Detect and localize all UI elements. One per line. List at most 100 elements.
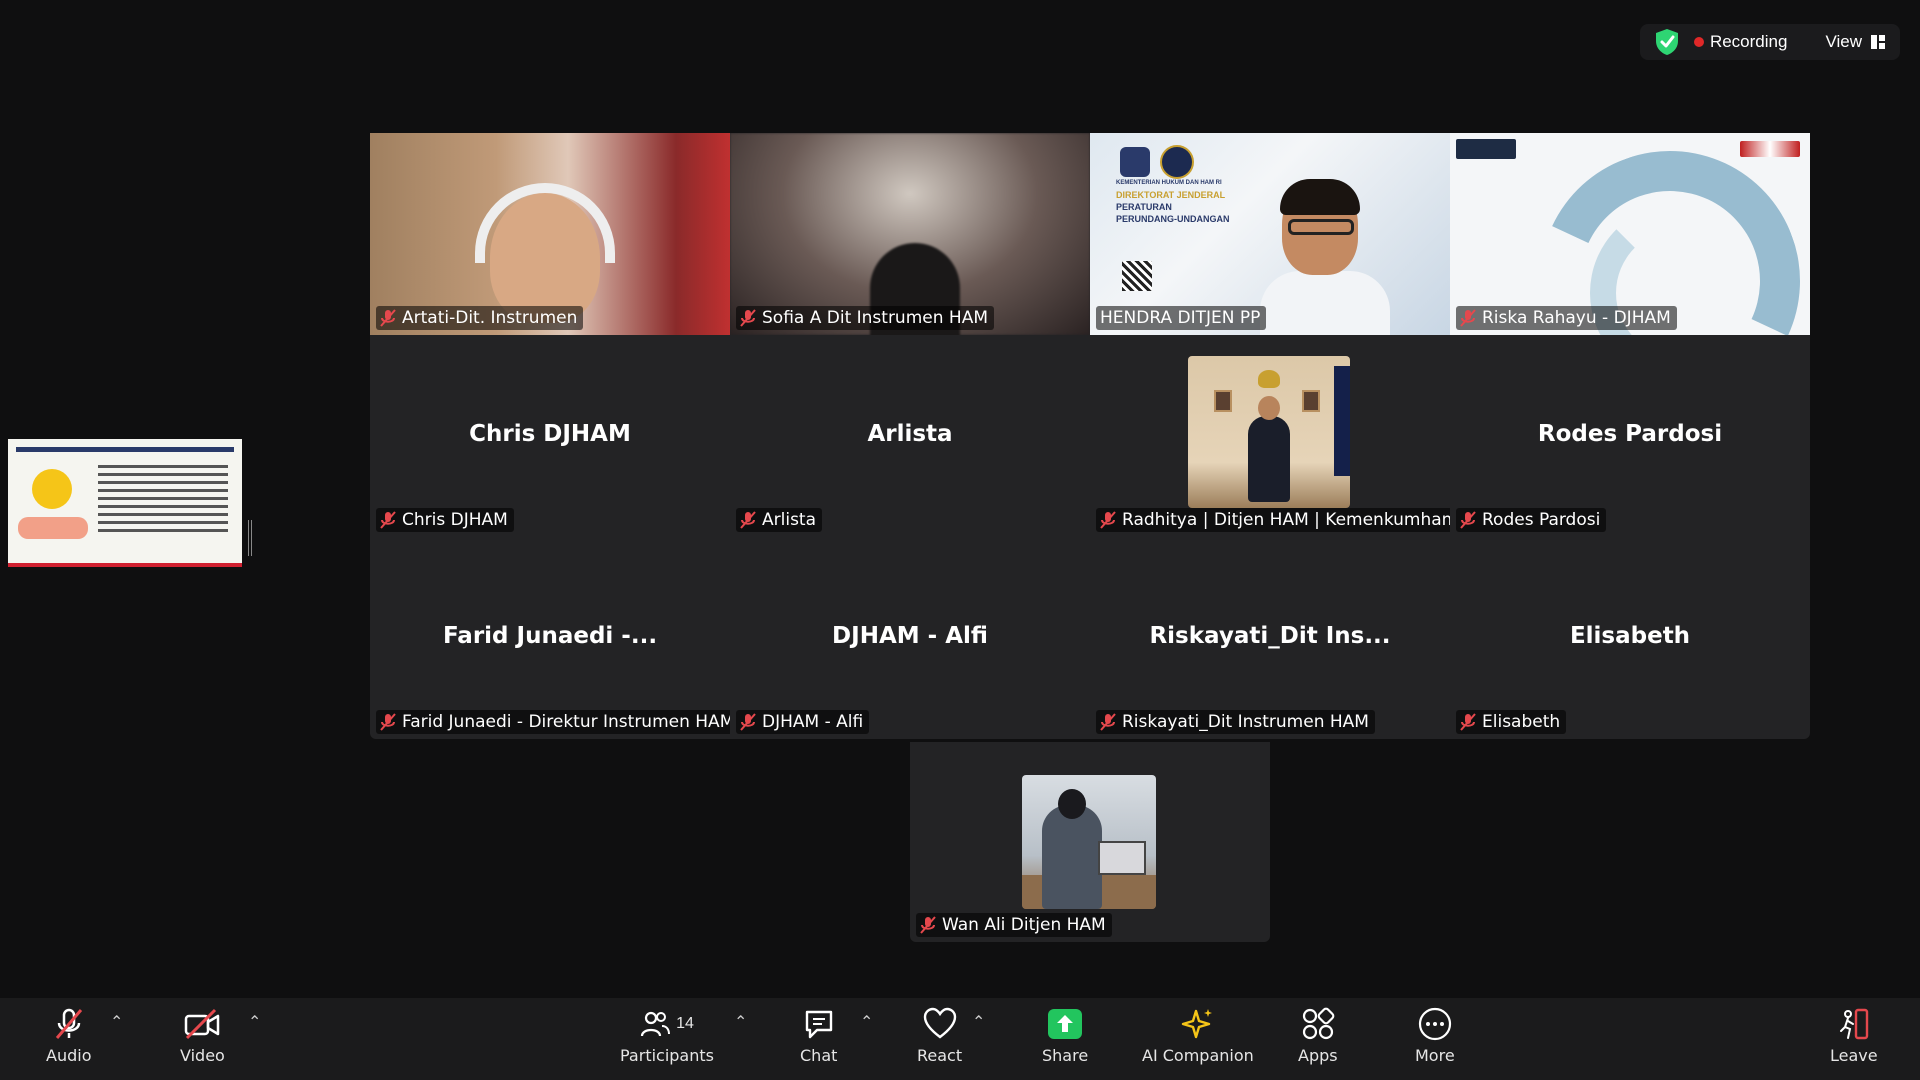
- participant-display-name: Riskayati_Dit Ins...: [1149, 623, 1391, 649]
- gallery-view-icon: [1871, 35, 1885, 49]
- participant-tile[interactable]: Elisabeth Elisabeth: [1450, 537, 1810, 739]
- participant-nametag: HENDRA DITJEN PP: [1096, 306, 1267, 330]
- participant-nametag: Arlista: [736, 508, 823, 532]
- apps-button[interactable]: Apps: [1298, 1004, 1338, 1076]
- participant-display-name: Rodes Pardosi: [1537, 421, 1723, 447]
- chat-button[interactable]: Chat: [800, 1004, 837, 1076]
- gallery-row: Artati-Dit. Instrumen Sofia A Dit Instru…: [370, 133, 1810, 335]
- participant-tile[interactable]: Wan Ali Ditjen HAM: [910, 742, 1270, 942]
- participant-nametag: Riska Rahayu - DJHAM: [1456, 306, 1677, 330]
- microphone-muted-icon: [380, 713, 396, 731]
- participant-nametag: Elisabeth: [1456, 710, 1567, 734]
- heart-icon: [923, 1007, 956, 1039]
- gallery-row: Farid Junaedi -... Farid Junaedi - Direk…: [370, 537, 1810, 739]
- gallery-row: Chris DJHAM Chris DJHAM Arlista Arlista …: [370, 335, 1810, 537]
- view-button[interactable]: View: [1825, 32, 1886, 52]
- ai-companion-button[interactable]: AI Companion: [1142, 1004, 1254, 1076]
- participant-display-name: DJHAM - Alfi: [832, 623, 988, 649]
- chat-options-chevron-up-icon[interactable]: ⌃: [860, 1012, 873, 1032]
- participant-video: [730, 133, 1090, 335]
- participant-display-name: Arlista: [867, 421, 953, 447]
- participant-tile[interactable]: Riskayati_Dit Ins... Riskayati_Dit Instr…: [1090, 537, 1450, 739]
- participant-profile-photo: [1022, 775, 1156, 909]
- participants-count: 14: [676, 1015, 694, 1032]
- more-ellipsis-icon: [1418, 1007, 1451, 1041]
- qr-code-icon: [1122, 261, 1152, 291]
- microphone-muted-icon: [1100, 713, 1116, 731]
- recording-label: Recording: [1709, 32, 1788, 51]
- participant-tile[interactable]: DJHAM - Alfi DJHAM - Alfi: [730, 537, 1090, 739]
- meeting-toolbar: Audio ⌃ Video ⌃ 14 Participants ⌃ Chat ⌃…: [0, 998, 1920, 1080]
- virtual-background-text: KEMENTERIAN HUKUM DAN HAM RI DIREKTORAT …: [1116, 180, 1230, 224]
- sparkle-icon: [1181, 1009, 1212, 1039]
- microphone-muted-icon: [1100, 511, 1116, 529]
- video-options-chevron-up-icon[interactable]: ⌃: [248, 1012, 261, 1032]
- participant-video: [370, 133, 730, 335]
- video-button[interactable]: Video: [180, 1004, 225, 1076]
- view-label: View: [1825, 32, 1862, 51]
- react-button[interactable]: React: [917, 1004, 962, 1076]
- participants-options-chevron-up-icon[interactable]: ⌃: [734, 1012, 747, 1032]
- video-gallery: Artati-Dit. Instrumen Sofia A Dit Instru…: [370, 133, 1810, 739]
- participant-video: [1450, 133, 1810, 335]
- garuda-emblem-icon: [1258, 370, 1280, 388]
- meeting-window: Recording View Artati-Dit. Instrumen Sof…: [0, 0, 1920, 1080]
- more-button[interactable]: More: [1415, 1004, 1455, 1076]
- microphone-muted-icon: [1460, 511, 1476, 529]
- microphone-muted-icon: [1460, 309, 1476, 327]
- audio-options-chevron-up-icon[interactable]: ⌃: [110, 1012, 123, 1032]
- participant-profile-photo: [1188, 356, 1350, 508]
- panel-resize-handle[interactable]: [248, 520, 252, 556]
- djpp-logo-icon: [1160, 145, 1194, 179]
- microphone-muted-icon: [1460, 713, 1476, 731]
- djham-logo-icon: [1456, 139, 1516, 159]
- participant-video: KEMENTERIAN HUKUM DAN HAM RI DIREKTORAT …: [1090, 133, 1450, 335]
- react-options-chevron-up-icon[interactable]: ⌃: [972, 1012, 985, 1032]
- recording-dot-icon: [1693, 37, 1704, 47]
- participant-tile[interactable]: Rodes Pardosi Rodes Pardosi: [1450, 335, 1810, 537]
- participant-tile[interactable]: Farid Junaedi -... Farid Junaedi - Direk…: [370, 537, 730, 739]
- microphone-muted-icon: [920, 916, 936, 934]
- participant-nametag: Rodes Pardosi: [1456, 508, 1607, 532]
- participants-icon: [640, 1011, 671, 1037]
- participant-nametag: Riskayati_Dit Instrumen HAM: [1096, 710, 1375, 734]
- participant-tile[interactable]: Artati-Dit. Instrumen: [370, 133, 730, 335]
- microphone-muted-icon: [740, 309, 756, 327]
- microphone-muted-icon: [380, 511, 396, 529]
- chat-bubble-icon: [805, 1010, 832, 1039]
- lightbulb-icon: [32, 469, 72, 509]
- share-button[interactable]: Share: [1042, 1004, 1088, 1076]
- event-logo-icon: [1740, 141, 1800, 157]
- participant-tile-active-speaker[interactable]: KEMENTERIAN HUKUM DAN HAM RI DIREKTORAT …: [1090, 133, 1450, 335]
- microphone-muted-icon: [740, 511, 756, 529]
- recording-indicator[interactable]: Recording: [1693, 32, 1788, 52]
- microphone-muted-icon: [380, 309, 396, 327]
- ministry-logo-icon: [1120, 147, 1150, 177]
- participants-button[interactable]: 14 Participants: [620, 1004, 714, 1076]
- participant-nametag: Sofia A Dit Instrumen HAM: [736, 306, 994, 330]
- participant-nametag: Chris DJHAM: [376, 508, 514, 532]
- security-shield-icon[interactable]: [1654, 28, 1680, 56]
- participant-display-name: Elisabeth: [1569, 623, 1691, 649]
- participant-tile[interactable]: Sofia A Dit Instrumen HAM: [730, 133, 1090, 335]
- microphone-muted-icon: [740, 713, 756, 731]
- leave-door-icon: [1839, 1008, 1868, 1040]
- leave-button[interactable]: Leave: [1830, 1004, 1878, 1076]
- shared-screen-thumbnail[interactable]: [8, 439, 242, 567]
- audio-button[interactable]: Audio: [46, 1004, 91, 1076]
- participant-nametag: Artati-Dit. Instrumen: [376, 306, 584, 330]
- laptop-icon: [1098, 841, 1146, 875]
- participant-display-name: Chris DJHAM: [469, 421, 631, 447]
- share-screen-arrow-icon: [1048, 1009, 1083, 1039]
- camera-off-icon: [185, 1008, 220, 1040]
- apps-grid-icon: [1302, 1007, 1335, 1040]
- participant-nametag: Radhitya | Ditjen HAM | Kemenkumham: [1096, 508, 1450, 532]
- participant-display-name: Farid Junaedi -...: [442, 623, 658, 649]
- participant-tile[interactable]: Arlista Arlista: [730, 335, 1090, 537]
- participant-nametag: Farid Junaedi - Direktur Instrumen HAM: [376, 710, 730, 734]
- participant-nametag: DJHAM - Alfi: [736, 710, 870, 734]
- participant-nametag: Wan Ali Ditjen HAM: [916, 913, 1112, 937]
- participant-tile[interactable]: Riska Rahayu - DJHAM: [1450, 133, 1810, 335]
- meeting-status-bar: Recording View: [1639, 24, 1900, 60]
- participant-tile[interactable]: Chris DJHAM Chris DJHAM: [370, 335, 730, 537]
